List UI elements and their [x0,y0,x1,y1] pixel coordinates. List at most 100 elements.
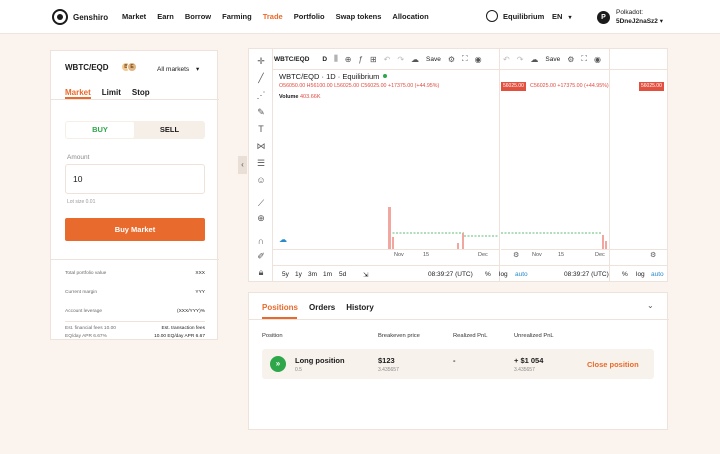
account-address: 5DneJ2naSz2 [616,18,658,25]
language-selector[interactable]: EN ▾ [552,12,572,21]
transaction-fees-value: 10.00 EQ/day APR 6.67 [154,334,205,339]
x-axis-line [501,249,667,250]
tab-market[interactable]: Market [65,88,91,97]
chevron-down-icon: ▾ [659,18,663,25]
breakeven-price: $123 [378,356,395,365]
tab-positions[interactable]: Positions [262,303,298,312]
buy-market-button[interactable]: Buy Market [65,218,205,241]
account-label: Polkadot: [616,9,644,16]
nav-borrow[interactable]: Borrow [185,12,211,21]
log-toggle-2[interactable]: log [636,271,645,278]
chart-panel: ✛ ╱ ⋰ ✎ T ⋈ ☰ ☺ ⟋ ⊕ ∩ ✐ 🔒︎ WBTC/EQD D ⫼ … [248,48,668,282]
chevron-down-icon[interactable]: ⌄ [647,301,654,310]
volume-bar [392,237,394,249]
account-selector[interactable]: P Polkadot: 5DneJ2naSz2 ▾ [597,8,663,26]
market-select-label: All markets [157,66,190,73]
range-5d[interactable]: 5d [339,271,346,278]
tradingview-logo-icon[interactable]: ☁ [279,235,291,244]
x-tick: 15 [558,252,565,258]
transaction-fees-label: Est. transaction fees [161,326,205,331]
range-5y[interactable]: 5y [282,271,289,278]
table-row: » Long position 0.5 $123 3.435657 - + $1… [262,349,654,379]
range-1y[interactable]: 1y [295,271,302,278]
stat-value: YYY [195,290,205,295]
tabs-divider [51,99,219,100]
column-header: Unrealized PnL [514,333,554,339]
nav-farming[interactable]: Farming [222,12,252,21]
timezone-icon[interactable]: ⚙ [513,251,519,259]
chevron-down-icon: ▾ [195,66,200,73]
nav-earn[interactable]: Earn [157,12,174,21]
timezone-icon[interactable]: ⚙ [650,251,656,259]
stat-row: Total portfolio value XXX [65,271,205,276]
column-header: Breakeven price [378,333,420,339]
brand-name: Genshiro [73,12,109,22]
stat-label: Current margin [65,290,97,295]
column-header: Position [262,333,283,339]
pair-coin-icons: B E [121,62,137,72]
network-selector[interactable]: Equilibrium [486,10,544,22]
stat-value: XXX [195,271,205,276]
utc-time[interactable]: 08:39:27 (UTC) [428,271,473,278]
pair-title: WBTC/EQD [65,63,109,72]
percent-toggle-2[interactable]: % [622,271,628,278]
buy-sell-toggle: BUY SELL [65,121,205,139]
auto-toggle[interactable]: auto [515,271,528,278]
nav-portfolio[interactable]: Portfolio [294,12,325,21]
buy-toggle[interactable]: BUY [66,122,134,138]
breakeven-sub: 3.435657 [378,367,399,373]
financial-fees: Est. financial fees 10.00 [65,326,116,331]
account-info: Polkadot: 5DneJ2naSz2 ▾ [616,8,663,26]
x-tick: 15 [423,252,430,258]
chart-plot [388,207,607,249]
lot-size-hint: Lot size 0.01 [67,199,96,205]
brand-logo[interactable]: Genshiro [52,9,108,25]
nav-market[interactable]: Market [122,12,146,21]
realized-pnl: - [453,356,456,365]
double-chevron-up-icon: » [270,356,286,372]
tab-stop[interactable]: Stop [132,88,150,97]
x-axis-line [273,249,499,250]
stat-label: Total portfolio value [65,271,107,276]
unrealized-pnl: + $1 054 [514,356,544,365]
nav-trade[interactable]: Trade [263,12,283,21]
tab-history[interactable]: History [346,303,374,312]
x-tick: Dec [478,252,488,258]
auto-toggle-2[interactable]: auto [651,271,664,278]
volume-bar [605,241,607,249]
x-tick: Nov [394,252,404,258]
sell-toggle[interactable]: SELL [135,122,204,138]
percent-toggle[interactable]: % [485,271,491,278]
nav-allocation[interactable]: Allocation [392,12,428,21]
unrealized-sub: 3.435657 [514,367,535,373]
eqd-coin-icon: E [127,62,137,72]
tabs-divider [249,319,669,320]
stat-row: Account leverage (XXX/YYY)% [65,309,205,314]
position-name: Long position [295,356,345,365]
amount-input[interactable]: 10 [65,164,205,194]
main-nav: Market Earn Borrow Farming Trade Portfol… [122,12,429,21]
goto-date-icon[interactable]: ⇲ [363,271,368,279]
stat-label: Account leverage [65,309,103,314]
chart-bottom-bar: 5y 1y 3m 1m 5d ⇲ 08:39:27 (UTC) % log au… [273,265,667,281]
collapse-panel-button[interactable]: ‹ [238,156,247,174]
fees-row: Est. financial fees 10.00 EQ/day APR 6.6… [65,325,205,341]
range-1m[interactable]: 1m [323,271,332,278]
x-tick: Nov [532,252,542,258]
stats-divider [65,321,205,322]
close-position-button[interactable]: Close position [587,360,639,369]
equilibrium-network-icon [486,10,498,22]
order-panel: WBTC/EQD B E All markets ▾ Market Limit … [50,50,219,341]
positions-panel: Positions Orders History ⌄ Position Brea… [248,292,669,430]
financial-fees-apr: EQ/day APR 6.67% [65,334,107,339]
log-toggle[interactable]: log [499,271,508,278]
market-select[interactable]: All markets ▾ [157,65,199,73]
utc-time-2[interactable]: 08:39:27 (UTC) [564,271,609,278]
network-name: Equilibrium [503,11,545,21]
nav-swap-tokens[interactable]: Swap tokens [336,12,382,21]
account-stats [51,259,219,260]
polkadot-icon: P [597,10,610,24]
tab-orders[interactable]: Orders [309,303,335,312]
tab-limit[interactable]: Limit [102,88,121,97]
range-3m[interactable]: 3m [308,271,317,278]
